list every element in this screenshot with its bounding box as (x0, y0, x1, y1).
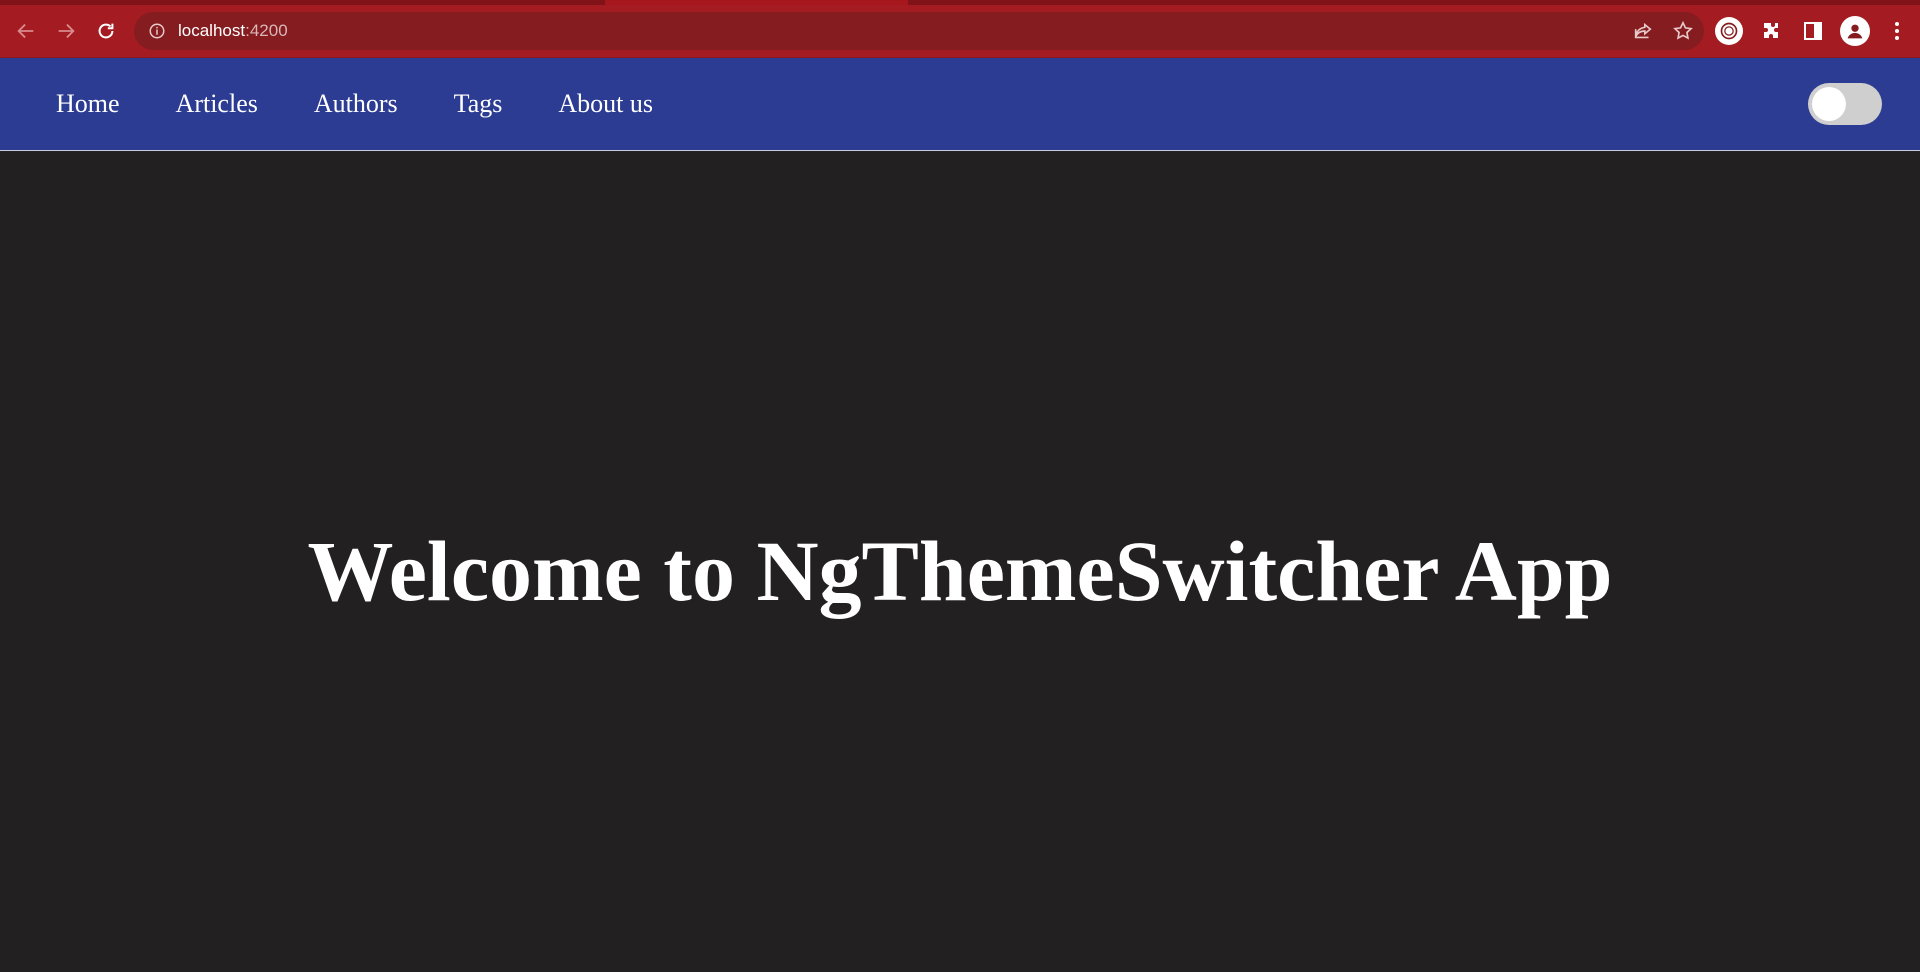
nav-link-about-us[interactable]: About us (558, 89, 653, 119)
star-icon[interactable] (1672, 20, 1694, 42)
kebab-menu-icon (1895, 22, 1899, 40)
nav-link-tags[interactable]: Tags (454, 89, 503, 119)
main-nav: Home Articles Authors Tags About us (56, 58, 709, 150)
profile-extension-button[interactable] (1714, 16, 1744, 46)
reload-icon (98, 23, 114, 39)
theme-toggle[interactable] (1808, 83, 1882, 125)
reload-button[interactable] (86, 11, 126, 51)
url-host: localhost (178, 21, 246, 40)
side-panel-icon (1804, 22, 1822, 40)
main-content: Welcome to NgThemeSwitcher App (0, 151, 1920, 972)
extension-profile-icon (1715, 17, 1743, 45)
forward-button[interactable] (46, 11, 86, 51)
account-button[interactable] (1840, 16, 1870, 46)
url-text[interactable]: localhost:4200 (178, 21, 288, 41)
avatar-icon (1840, 16, 1870, 46)
browser-toolbar: localhost:4200 (0, 5, 1920, 57)
extensions-button[interactable] (1756, 16, 1786, 46)
nav-link-home[interactable]: Home (56, 89, 120, 119)
nav-link-articles[interactable]: Articles (176, 89, 258, 119)
nav-link-authors[interactable]: Authors (314, 89, 398, 119)
address-bar[interactable]: localhost:4200 (134, 12, 1704, 50)
puzzle-icon (1764, 23, 1778, 38)
app-navbar: Home Articles Authors Tags About us (0, 58, 1920, 151)
browser-menu-button[interactable] (1882, 16, 1912, 46)
back-button[interactable] (6, 11, 46, 51)
arrow-left-icon (17, 23, 34, 39)
welcome-title: Welcome to NgThemeSwitcher App (307, 523, 1613, 619)
theme-toggle-knob (1812, 87, 1846, 121)
url-port: :4200 (245, 21, 288, 40)
browser-actions (1714, 5, 1912, 57)
info-icon[interactable] (148, 22, 166, 40)
share-icon[interactable] (1632, 20, 1654, 42)
side-panel-button[interactable] (1798, 16, 1828, 46)
arrow-right-icon (58, 23, 75, 39)
